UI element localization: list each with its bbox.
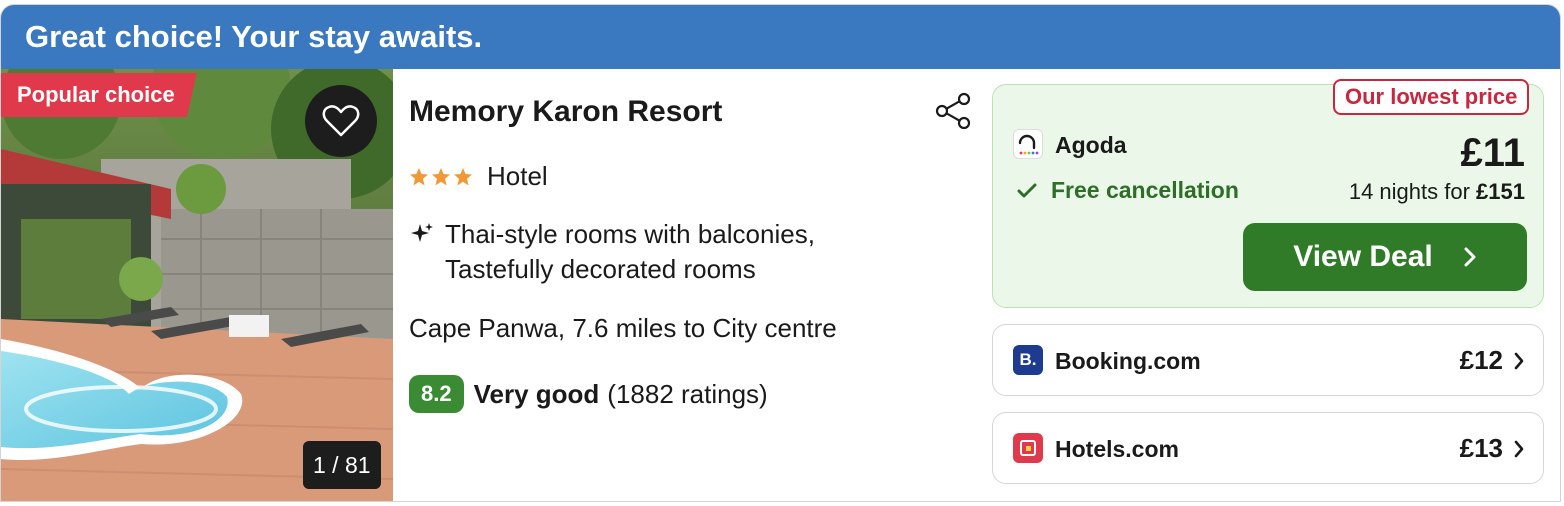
deal-price: £12 <box>1460 345 1525 376</box>
highlight-line: Tastefully decorated rooms <box>445 254 756 284</box>
hotels-logo: H <box>1013 433 1043 463</box>
heart-icon <box>322 105 360 137</box>
chevron-right-icon <box>1514 352 1524 369</box>
chevron-right-icon <box>1464 247 1476 267</box>
free-cancellation: Free cancellation <box>1017 177 1239 204</box>
photo-counter: 1 / 81 <box>303 441 381 489</box>
check-icon <box>1017 183 1037 197</box>
main-deal-panel[interactable]: Agoda Free cancellation £11 14 nights fo… <box>992 84 1544 308</box>
star-rating <box>409 167 473 187</box>
sparkle-icon <box>411 223 433 242</box>
hotel-class: Hotel <box>409 161 548 192</box>
nightly-price: £11 <box>1460 131 1525 175</box>
share-icon <box>935 92 971 130</box>
favorite-button[interactable] <box>305 85 377 157</box>
price-value: £13 <box>1459 433 1503 463</box>
cancellation-text: Free cancellation <box>1051 177 1239 203</box>
rating-count: (1882 ratings) <box>607 378 768 409</box>
star-icon <box>410 167 428 185</box>
provider-name: Booking.com <box>1055 348 1201 374</box>
hotels-logo-icon <box>1020 440 1036 456</box>
hotel-name[interactable]: Memory Karon Resort <box>409 95 722 129</box>
share-button[interactable] <box>933 91 973 136</box>
lowest-price-tag: Our lowest price <box>1333 79 1530 115</box>
highlights: Thai-style rooms with balconies, Tastefu… <box>409 217 815 287</box>
view-deal-button[interactable]: View Deal <box>1243 223 1527 291</box>
star-icon <box>432 167 450 185</box>
hotel-info: Memory Karon Resort Hotel Thai-style roo… <box>409 69 979 501</box>
property-type: Hotel <box>487 161 548 191</box>
banner-title: Great choice! Your stay awaits. <box>1 5 1560 69</box>
hotel-photo[interactable]: Popular choice 1 / 81 <box>1 69 393 501</box>
total-amount: £151 <box>1476 179 1525 204</box>
chevron-right-icon <box>1514 440 1524 457</box>
provider-name: Hotels.com <box>1055 436 1179 462</box>
view-deal-label: View Deal <box>1293 240 1433 273</box>
star-icon <box>454 167 472 185</box>
total-price: 14 nights for £151 <box>1349 179 1525 205</box>
score-badge: 8.2 <box>409 375 464 413</box>
popular-choice-badge: Popular choice <box>1 73 197 117</box>
location-text: Cape Panwa, 7.6 miles to City centre <box>409 313 837 343</box>
agoda-logo-icon <box>1018 134 1039 155</box>
booking-logo: B. <box>1013 345 1043 375</box>
rating-label: Very good <box>473 378 600 409</box>
deal-row-booking[interactable]: B. Booking.com £12 <box>992 324 1544 396</box>
highlight-line: Thai-style rooms with balconies, <box>445 219 815 249</box>
rating[interactable]: 8.2 Very good (1882 ratings) <box>409 375 768 413</box>
agoda-logo <box>1013 129 1043 159</box>
booking-logo-letter: B. <box>1019 350 1037 369</box>
nights-text: 14 nights for <box>1348 179 1470 204</box>
price-value: £12 <box>1459 345 1503 375</box>
deal-price: £13 <box>1460 433 1525 464</box>
deal-row-hotels[interactable]: H Hotels.com £13 <box>992 412 1544 484</box>
provider-name: Agoda <box>1055 132 1127 158</box>
